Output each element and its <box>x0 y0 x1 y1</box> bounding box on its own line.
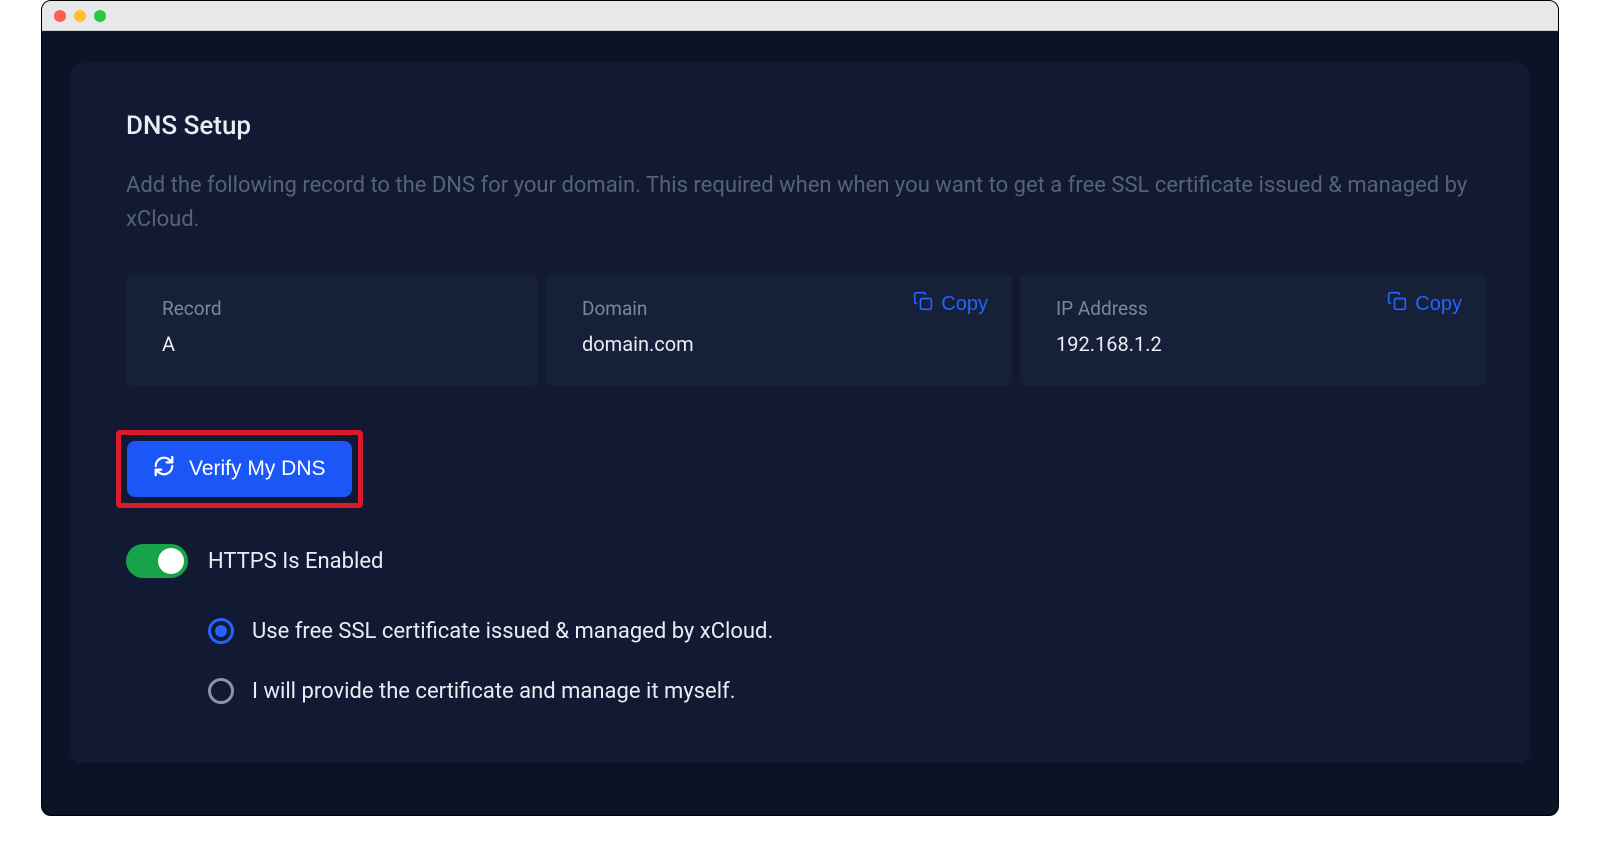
page-title: DNS Setup <box>126 111 1474 141</box>
dns-record-label: Record <box>162 297 502 320</box>
dns-domain-value: domain.com <box>582 332 976 356</box>
copy-icon <box>1387 291 1407 317</box>
ssl-option-free[interactable]: Use free SSL certificate issued & manage… <box>208 618 1474 644</box>
https-toggle-label: HTTPS Is Enabled <box>208 549 383 574</box>
page-description: Add the following record to the DNS for … <box>126 169 1474 237</box>
dns-record-box: Record A <box>126 273 538 386</box>
copy-domain-label: Copy <box>941 293 988 316</box>
dns-setup-card: DNS Setup Add the following record to th… <box>70 63 1530 763</box>
radio-icon <box>208 678 234 704</box>
refresh-icon <box>153 455 175 483</box>
titlebar <box>42 1 1558 31</box>
radio-dot-icon <box>215 625 227 637</box>
verify-dns-button[interactable]: Verify My DNS <box>127 441 352 497</box>
ssl-option-own[interactable]: I will provide the certificate and manag… <box>208 678 1474 704</box>
verify-dns-label: Verify My DNS <box>189 457 326 481</box>
copy-icon <box>913 291 933 317</box>
ssl-option-free-label: Use free SSL certificate issued & manage… <box>252 619 773 644</box>
dns-domain-box: Copy Domain domain.com <box>546 273 1012 386</box>
verify-highlight-box: Verify My DNS <box>116 430 363 508</box>
toggle-knob <box>158 548 184 574</box>
dns-record-value: A <box>162 332 502 356</box>
window-frame: DNS Setup Add the following record to th… <box>41 0 1559 816</box>
window-minimize-dot[interactable] <box>74 10 86 22</box>
ssl-option-own-label: I will provide the certificate and manag… <box>252 679 736 704</box>
radio-icon <box>208 618 234 644</box>
https-toggle-row: HTTPS Is Enabled <box>126 544 1474 578</box>
window-zoom-dot[interactable] <box>94 10 106 22</box>
copy-domain-button[interactable]: Copy <box>913 291 988 317</box>
app-body: DNS Setup Add the following record to th… <box>42 31 1558 815</box>
copy-ip-button[interactable]: Copy <box>1387 291 1462 317</box>
ssl-radio-group: Use free SSL certificate issued & manage… <box>126 618 1474 704</box>
window-close-dot[interactable] <box>54 10 66 22</box>
dns-records-row: Record A Copy Domain domain.com <box>126 273 1474 386</box>
https-toggle[interactable] <box>126 544 188 578</box>
copy-ip-label: Copy <box>1415 293 1462 316</box>
dns-ip-box: Copy IP Address 192.168.1.2 <box>1020 273 1486 386</box>
dns-ip-value: 192.168.1.2 <box>1056 332 1450 356</box>
